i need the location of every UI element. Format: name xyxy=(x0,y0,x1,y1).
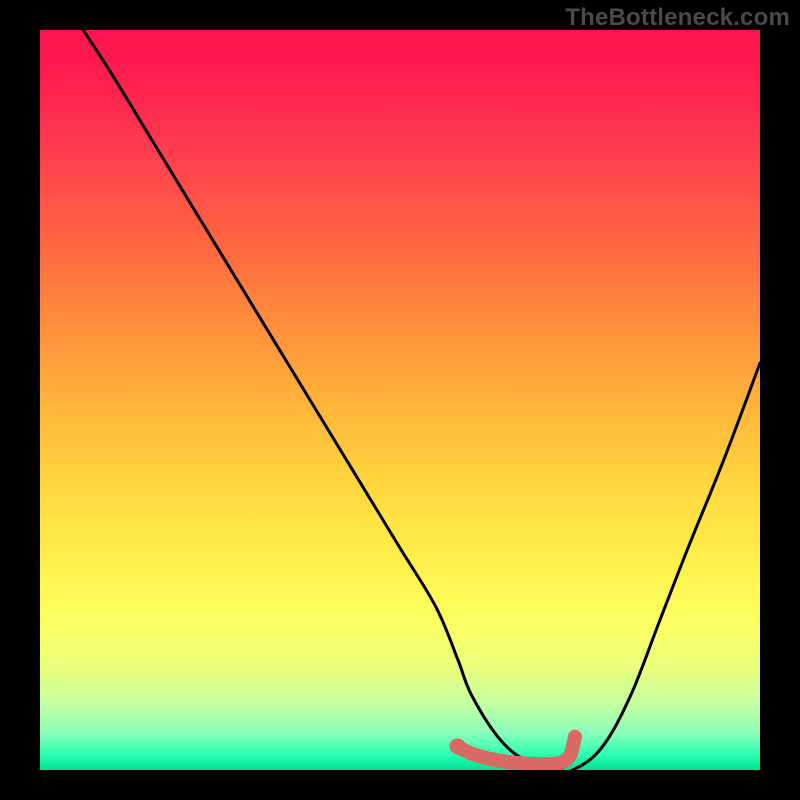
bottleneck-curve xyxy=(83,30,760,770)
plot-area xyxy=(40,30,760,770)
chart-frame: TheBottleneck.com xyxy=(0,0,800,800)
attribution-label: TheBottleneck.com xyxy=(565,4,790,32)
curve-layer xyxy=(40,30,760,770)
optimal-range-start-dot xyxy=(450,738,466,754)
optimal-range-highlight xyxy=(458,737,575,765)
